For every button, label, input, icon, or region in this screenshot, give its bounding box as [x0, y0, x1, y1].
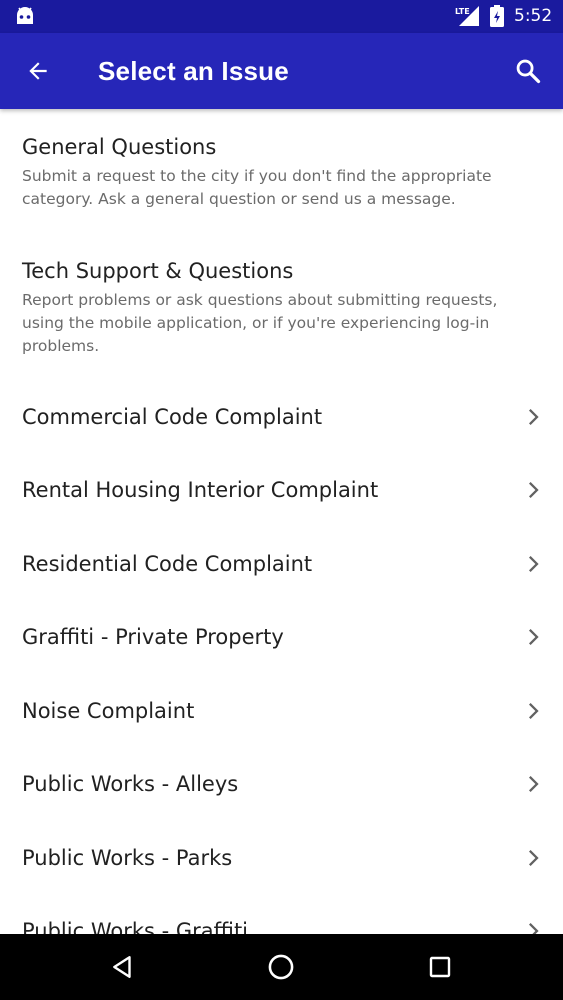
list-item-label: Noise Complaint [22, 699, 195, 723]
chevron-right-icon [529, 923, 539, 934]
status-bar: LTE 5:52 [0, 0, 563, 33]
list-item-label: Public Works - Alleys [22, 772, 239, 796]
screen: LTE 5:52 Select an Issue General Questio [0, 0, 563, 1000]
system-recents-button[interactable] [420, 947, 460, 987]
back-triangle-icon [113, 956, 131, 978]
home-circle-icon [268, 954, 294, 980]
list-item-label: Rental Housing Interior Complaint [22, 478, 379, 502]
back-button[interactable] [16, 49, 60, 93]
app-bar: Select an Issue [0, 33, 563, 109]
list-item[interactable]: Rental Housing Interior Complaint [0, 456, 563, 528]
system-nav-bar [0, 934, 563, 1000]
search-button[interactable] [506, 49, 550, 93]
search-icon [516, 59, 541, 84]
chevron-right-icon [529, 482, 539, 498]
list-item[interactable]: Residential Code Complaint [0, 530, 563, 602]
list-item-label: Residential Code Complaint [22, 552, 313, 576]
list-item-heading: Tech Support & Questions [22, 259, 294, 283]
list-item[interactable]: Graffiti - Private Property [0, 603, 563, 675]
list-item[interactable]: Commercial Code Complaint [0, 383, 563, 455]
list-item-heading: General Questions [22, 135, 217, 159]
system-home-button[interactable] [261, 947, 301, 987]
lte-signal-icon: LTE [455, 6, 479, 26]
android-icon [17, 7, 33, 24]
svg-text:LTE: LTE [455, 7, 470, 16]
arrow-left-icon [29, 62, 47, 80]
list-item[interactable]: Noise Complaint [0, 677, 563, 749]
list-item[interactable]: Public Works - Parks [0, 824, 563, 896]
list-item[interactable]: Public Works - Graffiti [0, 897, 563, 934]
system-back-button[interactable] [103, 947, 143, 987]
list-item-tech-support[interactable]: Tech Support & Questions Report problems… [22, 257, 522, 358]
list-item-description: Submit a request to the city if you don'… [22, 167, 492, 208]
list-item-general-questions[interactable]: General Questions Submit a request to th… [22, 133, 522, 211]
list-item-description: Report problems or ask questions about s… [22, 291, 498, 355]
recents-square-icon [429, 956, 451, 978]
issue-list[interactable]: General Questions Submit a request to th… [0, 109, 563, 934]
battery-icon [490, 5, 504, 27]
list-item-label: Commercial Code Complaint [22, 405, 323, 429]
chevron-right-icon [529, 556, 539, 572]
list-item[interactable]: Public Works - Alleys [0, 750, 563, 822]
status-time: 5:52 [514, 6, 553, 26]
chevron-right-icon [529, 629, 539, 645]
list-item-label: Public Works - Graffiti [22, 919, 249, 934]
chevron-right-icon [529, 850, 539, 866]
chevron-right-icon [529, 776, 539, 792]
chevron-right-icon [529, 703, 539, 719]
page-title: Select an Issue [98, 56, 289, 86]
list-item-label: Public Works - Parks [22, 846, 233, 870]
chevron-right-icon [529, 409, 539, 425]
list-item-label: Graffiti - Private Property [22, 625, 284, 649]
